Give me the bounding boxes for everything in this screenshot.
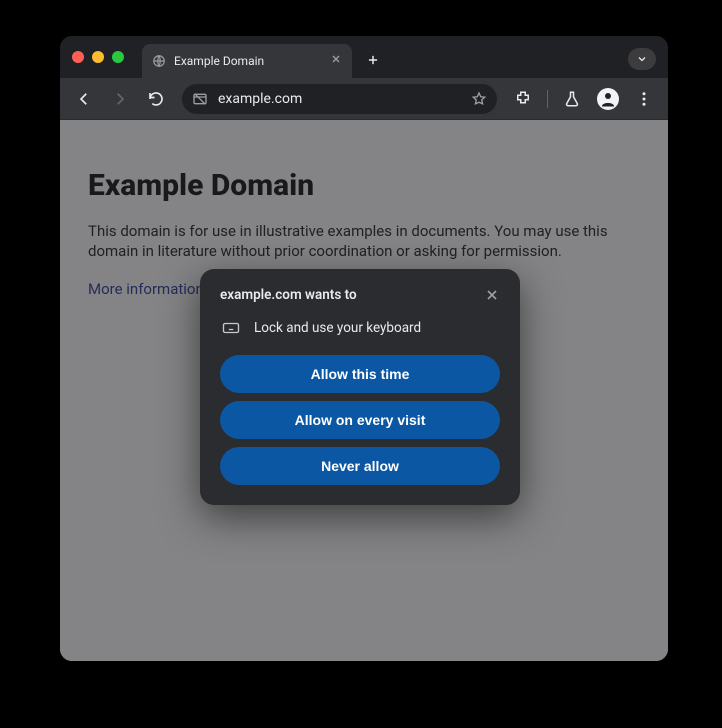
bookmark-star-icon[interactable] [471, 91, 487, 107]
browser-tab[interactable]: Example Domain [142, 44, 352, 78]
window-maximize-button[interactable] [112, 51, 124, 63]
window-minimize-button[interactable] [92, 51, 104, 63]
toolbar: example.com [60, 78, 668, 120]
new-tab-button[interactable] [360, 47, 386, 73]
reload-button[interactable] [140, 83, 172, 115]
extensions-button[interactable] [507, 83, 539, 115]
dialog-title: example.com wants to [220, 287, 357, 303]
site-info-icon[interactable] [192, 91, 208, 107]
permission-text: Lock and use your keyboard [254, 320, 421, 336]
globe-icon [152, 54, 166, 68]
keyboard-icon [222, 319, 240, 337]
tab-overflow-button[interactable] [628, 48, 656, 70]
titlebar: Example Domain [60, 36, 668, 78]
dialog-close-button[interactable] [484, 287, 500, 303]
window-close-button[interactable] [72, 51, 84, 63]
tab-title: Example Domain [174, 54, 322, 68]
forward-button[interactable] [104, 83, 136, 115]
traffic-lights [72, 51, 124, 63]
permission-dialog: example.com wants to Lock and use your k… [200, 269, 520, 505]
back-button[interactable] [68, 83, 100, 115]
allow-once-button[interactable]: Allow this time [220, 355, 500, 393]
tab-close-button[interactable] [330, 53, 342, 69]
menu-button[interactable] [628, 83, 660, 115]
address-url: example.com [218, 91, 461, 107]
permission-row: Lock and use your keyboard [222, 319, 500, 337]
never-allow-button[interactable]: Never allow [220, 447, 500, 485]
allow-always-button[interactable]: Allow on every visit [220, 401, 500, 439]
browser-window: Example Domain example.com [60, 36, 668, 661]
labs-button[interactable] [556, 83, 588, 115]
toolbar-divider [547, 90, 548, 108]
profile-button[interactable] [592, 83, 624, 115]
address-bar[interactable]: example.com [182, 84, 497, 114]
